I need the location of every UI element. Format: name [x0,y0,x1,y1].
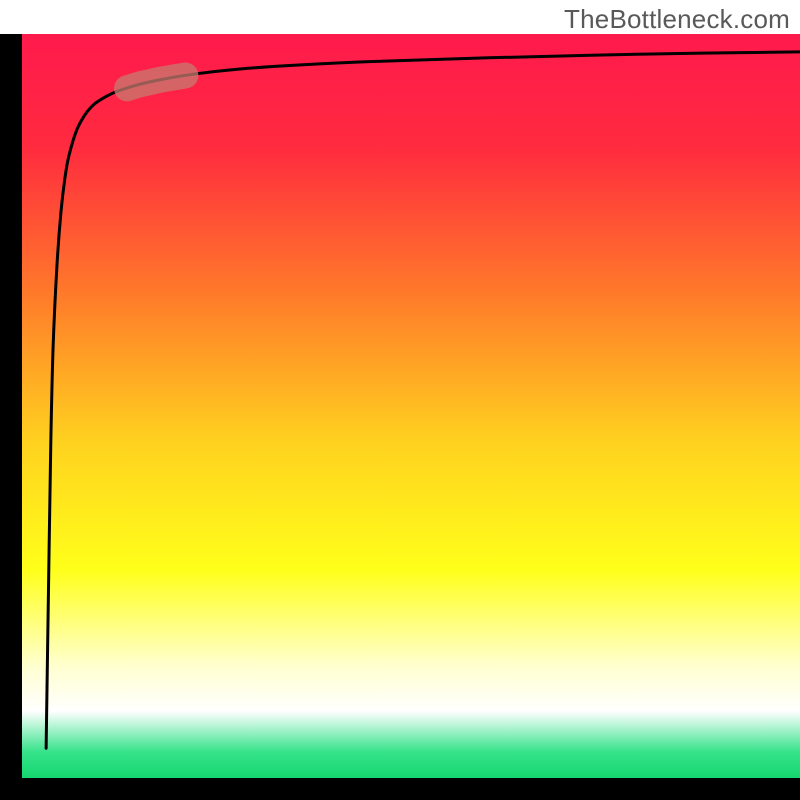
x-axis [0,778,800,800]
gradient-background [22,34,800,778]
bottleneck-chart [0,0,800,800]
watermark-text: TheBottleneck.com [564,4,790,35]
chart-stage: TheBottleneck.com [0,0,800,800]
y-axis [0,34,22,800]
highlight-segment [127,75,185,88]
